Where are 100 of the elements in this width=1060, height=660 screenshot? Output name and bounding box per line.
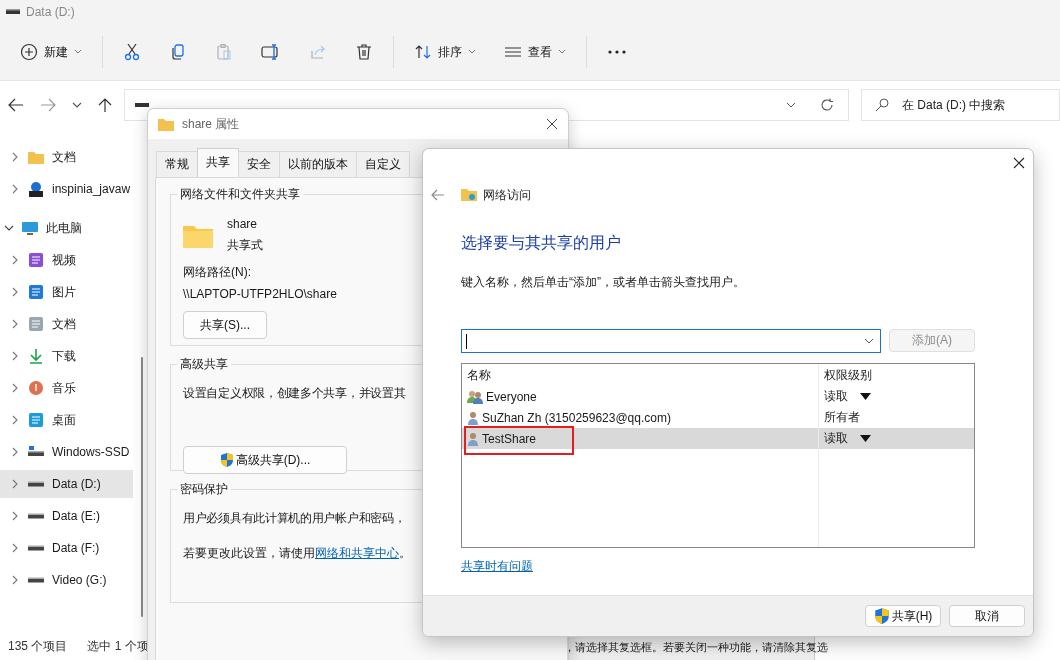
nav-item[interactable]: 下载 xyxy=(0,342,133,370)
instruction-text: 键入名称，然后单击“添加”，或者单击箭头查找用户。 xyxy=(461,274,745,291)
chevron-right-icon[interactable] xyxy=(10,479,20,489)
caret-icon xyxy=(74,49,82,55)
document-icon xyxy=(27,316,45,332)
music-icon xyxy=(27,380,45,396)
background-text: ，请选择其复选框。若要关闭一种功能，请清除其复选 xyxy=(564,641,828,653)
nav-item[interactable]: 音乐 xyxy=(0,374,133,402)
download-icon xyxy=(27,348,45,364)
refresh-icon[interactable] xyxy=(820,98,834,112)
folder-icon xyxy=(183,223,213,248)
share-status: 共享式 xyxy=(227,237,263,254)
folder-name: share xyxy=(227,217,259,231)
dialog-title: share 属性 xyxy=(182,115,240,133)
close-icon[interactable] xyxy=(546,118,558,130)
network-center-link[interactable]: 网络和共享中心 xyxy=(315,546,399,560)
column-header[interactable]: 名称 xyxy=(462,364,819,386)
network-folder-icon xyxy=(461,188,477,202)
share-button[interactable]: 共享(H) xyxy=(865,605,941,627)
nav-item[interactable]: Data (E:) xyxy=(0,502,133,530)
tab[interactable]: 自定义 xyxy=(356,151,410,177)
tab[interactable]: 常规 xyxy=(156,151,198,177)
chevron-right-icon[interactable] xyxy=(10,415,20,425)
forward-icon[interactable] xyxy=(40,98,56,112)
path-label: 网络路径(N): xyxy=(183,264,251,281)
chevron-down-icon[interactable] xyxy=(786,102,796,108)
chevron-right-icon[interactable] xyxy=(10,255,20,265)
dropdown-arrow-icon[interactable] xyxy=(860,393,871,400)
help-link[interactable]: 共享时有问题 xyxy=(461,558,533,575)
nav-item[interactable]: 视频 xyxy=(0,246,133,274)
nav-item[interactable]: Video (G:) xyxy=(0,566,133,594)
dropdown-arrow-icon[interactable] xyxy=(860,435,871,442)
chevron-right-icon[interactable] xyxy=(10,351,20,361)
settings-text: 若要更改此设置，请使用网络和共享中心。 xyxy=(183,545,411,562)
dialog-title: 网络访问 xyxy=(483,186,531,204)
search-field[interactable]: 在 Data (D:) 中搜索 xyxy=(861,89,1060,121)
view-button[interactable]: 查看 xyxy=(492,37,578,67)
nav-item[interactable]: 此电脑 xyxy=(0,214,133,242)
back-icon[interactable] xyxy=(8,98,24,112)
nav-item[interactable]: inspinia_javaw xyxy=(0,175,133,203)
drive-icon xyxy=(135,102,149,108)
chevron-down-icon[interactable] xyxy=(4,223,14,233)
drive-icon xyxy=(28,545,44,551)
nav-item[interactable]: Data (F:) xyxy=(0,534,133,562)
close-icon[interactable] xyxy=(1013,157,1025,169)
user-name: Everyone xyxy=(486,389,537,404)
share-icon xyxy=(309,43,327,61)
up-icon[interactable] xyxy=(98,97,112,113)
user-row[interactable]: Everyone 读取 xyxy=(462,386,974,407)
advanced-sharing-button[interactable]: 高级共享(D)... xyxy=(183,446,347,474)
drive-icon xyxy=(28,513,44,519)
dialog-heading: 选择要与其共享的用户 xyxy=(461,233,621,253)
computer-icon xyxy=(21,220,39,236)
chevron-right-icon[interactable] xyxy=(10,287,20,297)
chevron-right-icon[interactable] xyxy=(10,383,20,393)
chevron-right-icon[interactable] xyxy=(10,152,20,162)
chevron-right-icon[interactable] xyxy=(10,447,20,457)
caret-icon xyxy=(558,49,566,55)
drive-icon xyxy=(28,577,44,583)
scissors-icon xyxy=(123,43,141,61)
group-title: 网络文件和文件夹共享 xyxy=(179,186,301,203)
user-name: TestShare xyxy=(482,431,537,446)
nav-item[interactable]: 桌面 xyxy=(0,406,133,434)
permission-level: 读取 xyxy=(824,430,848,447)
nav-item[interactable]: 图片 xyxy=(0,278,133,306)
drive-icon xyxy=(6,9,20,15)
folder-icon xyxy=(27,149,45,165)
chevron-right-icon[interactable] xyxy=(10,184,20,194)
plus-icon xyxy=(20,43,38,61)
trash-icon xyxy=(355,43,373,61)
user-icon xyxy=(467,431,479,446)
chevron-right-icon[interactable] xyxy=(10,319,20,329)
user-combobox[interactable] xyxy=(461,329,881,353)
tab[interactable]: 安全 xyxy=(238,151,280,177)
nav-item[interactable]: Windows-SSD xyxy=(0,438,133,466)
chevron-right-icon[interactable] xyxy=(10,543,20,553)
tab[interactable]: 共享 xyxy=(197,148,239,177)
chevron-right-icon[interactable] xyxy=(10,511,20,521)
chevron-down-icon[interactable] xyxy=(72,102,82,108)
cancel-button[interactable]: 取消 xyxy=(949,605,1025,627)
nav-item[interactable]: 文档 xyxy=(0,143,133,171)
more-icon xyxy=(607,50,627,54)
clipboard-icon xyxy=(215,43,233,61)
column-header[interactable]: 权限级别 xyxy=(819,364,974,386)
drive-icon xyxy=(28,481,44,487)
chevron-right-icon[interactable] xyxy=(10,575,20,585)
nav-item[interactable]: Data (D:) xyxy=(0,470,133,498)
shield-icon xyxy=(219,452,234,468)
chevron-down-icon[interactable] xyxy=(864,338,874,344)
share-button[interactable]: 共享(S)... xyxy=(183,311,267,339)
user-row[interactable]: TestShare 读取 xyxy=(462,428,974,449)
permission-level: 读取 xyxy=(824,388,848,405)
sort-button[interactable]: 排序 xyxy=(402,37,488,67)
scrollbar[interactable] xyxy=(141,357,143,617)
status-text: 选中 1 个项 xyxy=(87,637,149,655)
description-text: 用户必须具有此计算机的用户帐户和密码， xyxy=(183,510,406,527)
shield-icon xyxy=(873,607,890,625)
group-title: 高级共享 xyxy=(179,356,229,373)
new-button[interactable]: 新建 xyxy=(8,37,94,67)
nav-item[interactable]: 文档 xyxy=(0,310,133,338)
